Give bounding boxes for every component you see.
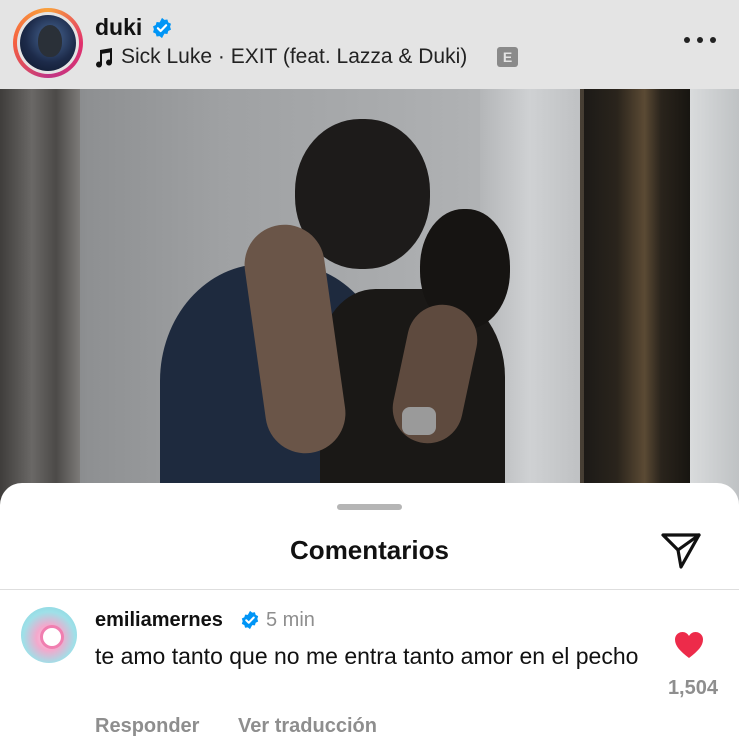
comment-text: te amo tanto que no me entra tanto amor … xyxy=(95,643,639,669)
reply-button[interactable]: Responder xyxy=(95,715,199,738)
send-icon[interactable] xyxy=(660,531,702,571)
comments-sheet: Comentarios emiliamernes 5 min te amo ta… xyxy=(0,483,739,751)
comment-username[interactable]: emiliamernes xyxy=(95,609,223,632)
commenter-avatar[interactable] xyxy=(21,607,77,663)
see-translation-button[interactable]: Ver traducción xyxy=(238,715,377,738)
story-ring[interactable] xyxy=(13,8,83,78)
divider xyxy=(0,589,739,590)
song-title[interactable]: Sick Luke · EXIT (feat. Lazza & Duki) xyxy=(121,45,467,69)
sheet-title: Comentarios xyxy=(290,535,449,565)
post-username[interactable]: duki xyxy=(95,14,142,41)
heart-icon[interactable] xyxy=(674,631,704,659)
post-header: duki Sick Luke · EXIT (feat. Lazza & Duk… xyxy=(0,0,739,89)
explicit-badge: E xyxy=(497,47,518,67)
more-options-icon[interactable] xyxy=(684,36,716,46)
post-photo[interactable] xyxy=(0,89,739,509)
verified-badge-icon xyxy=(153,17,171,39)
like-count: 1,504 xyxy=(667,677,718,699)
verified-badge-icon xyxy=(241,610,259,630)
comment-timestamp: 5 min xyxy=(266,609,315,631)
profile-avatar xyxy=(20,15,76,71)
music-note-icon xyxy=(96,48,113,68)
sheet-drag-handle[interactable] xyxy=(337,504,402,510)
